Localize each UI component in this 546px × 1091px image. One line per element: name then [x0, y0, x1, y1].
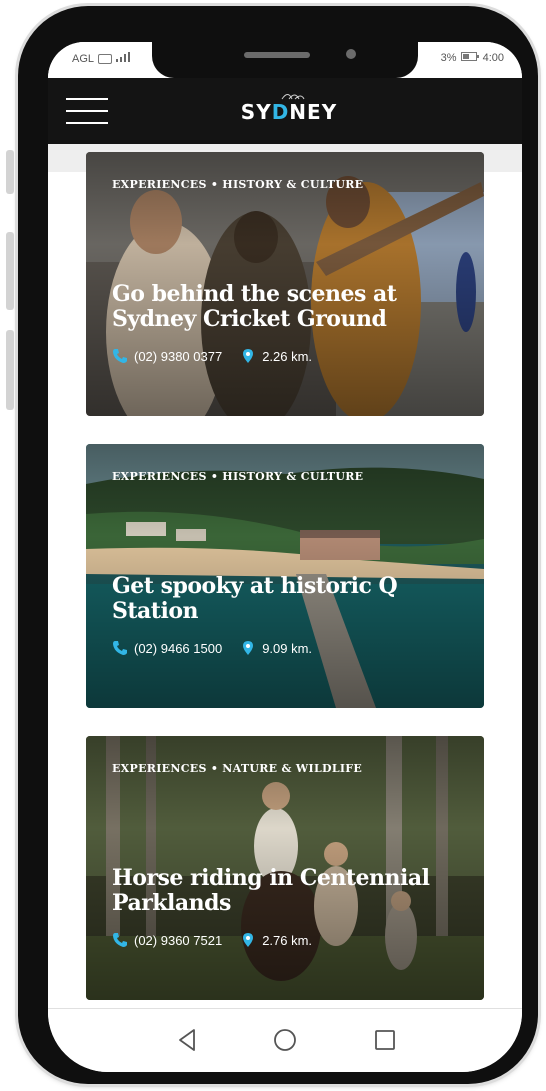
- battery-icon: [460, 52, 479, 64]
- back-triangle-icon[interactable]: [172, 1025, 202, 1055]
- phone-volume-up-button: [6, 232, 14, 310]
- phone-notch: [152, 42, 418, 78]
- card-distance-group: 2.76 km.: [240, 932, 312, 948]
- listing-card-horse-riding[interactable]: EXPERIENCES • NATURE & WILDLIFE Horse ri…: [86, 736, 484, 1000]
- phone-volume-down-button: [6, 330, 14, 410]
- logo-text-accent: D: [271, 100, 290, 124]
- location-pin-icon: [240, 348, 256, 364]
- card-phone[interactable]: (02) 9466 1500: [134, 641, 222, 656]
- status-bar: AGL 3% 4:00: [48, 42, 522, 78]
- battery-percent: 3%: [440, 52, 457, 64]
- card-meta: (02) 9360 7521 2.76 km.: [112, 932, 312, 948]
- card-phone[interactable]: (02) 9380 0377: [134, 349, 222, 364]
- listing-feed[interactable]: EXPERIENCES • HISTORY & CULTURE Go behin…: [48, 144, 522, 1009]
- card-category: EXPERIENCES • HISTORY & CULTURE: [112, 178, 364, 191]
- phone-screen: AGL 3% 4:00 SYDNEY EXPERIENCES • HISTORY…: [48, 42, 522, 1072]
- home-circle-icon[interactable]: [270, 1025, 300, 1055]
- phone-icon: [112, 348, 128, 364]
- sydney-logo[interactable]: SYDNEY: [234, 100, 344, 124]
- card-title[interactable]: Horse riding in Centennial Parklands: [112, 866, 452, 916]
- phone-icon: [112, 640, 128, 656]
- phone-icon: [112, 932, 128, 948]
- card-title[interactable]: Go behind the scenes at Sydney Cricket G…: [112, 282, 452, 332]
- location-pin-icon: [240, 640, 256, 656]
- carrier-badge-icon: [98, 53, 113, 64]
- menu-icon[interactable]: [66, 94, 108, 128]
- location-pin-icon: [240, 932, 256, 948]
- logo-text-end: NEY: [289, 100, 338, 124]
- recents-square-icon[interactable]: [370, 1025, 400, 1055]
- card-title[interactable]: Get spooky at historic Q Station: [112, 574, 452, 624]
- card-meta: (02) 9466 1500 9.09 km.: [112, 640, 312, 656]
- app-header: SYDNEY: [48, 78, 522, 144]
- card-distance: 9.09 km.: [262, 640, 313, 656]
- card-distance-group: 9.09 km.: [240, 640, 312, 656]
- phone-side-button: [6, 150, 14, 194]
- card-category: EXPERIENCES • HISTORY & CULTURE: [112, 470, 364, 483]
- listing-card-q-station[interactable]: EXPERIENCES • HISTORY & CULTURE Get spoo…: [86, 444, 484, 708]
- speaker-grille: [244, 52, 310, 58]
- card-category: EXPERIENCES • NATURE & WILDLIFE: [112, 762, 363, 775]
- card-meta: (02) 9380 0377 2.26 km.: [112, 348, 312, 364]
- carrier-label: AGL: [72, 52, 95, 65]
- card-distance: 2.76 km.: [262, 932, 313, 948]
- card-distance: 2.26 km.: [262, 348, 313, 364]
- android-nav-bar: [48, 1008, 522, 1072]
- listing-card-cricket[interactable]: EXPERIENCES • HISTORY & CULTURE Go behin…: [86, 152, 484, 416]
- clock: 4:00: [482, 52, 504, 64]
- status-right: 3% 4:00: [441, 52, 504, 64]
- status-left: AGL: [72, 52, 131, 65]
- front-camera-icon: [346, 49, 356, 59]
- logo-text-start: SY: [240, 100, 272, 124]
- opera-house-logo-icon: [281, 94, 305, 100]
- signal-icon: [116, 52, 131, 65]
- card-distance-group: 2.26 km.: [240, 348, 312, 364]
- card-phone[interactable]: (02) 9360 7521: [134, 933, 222, 948]
